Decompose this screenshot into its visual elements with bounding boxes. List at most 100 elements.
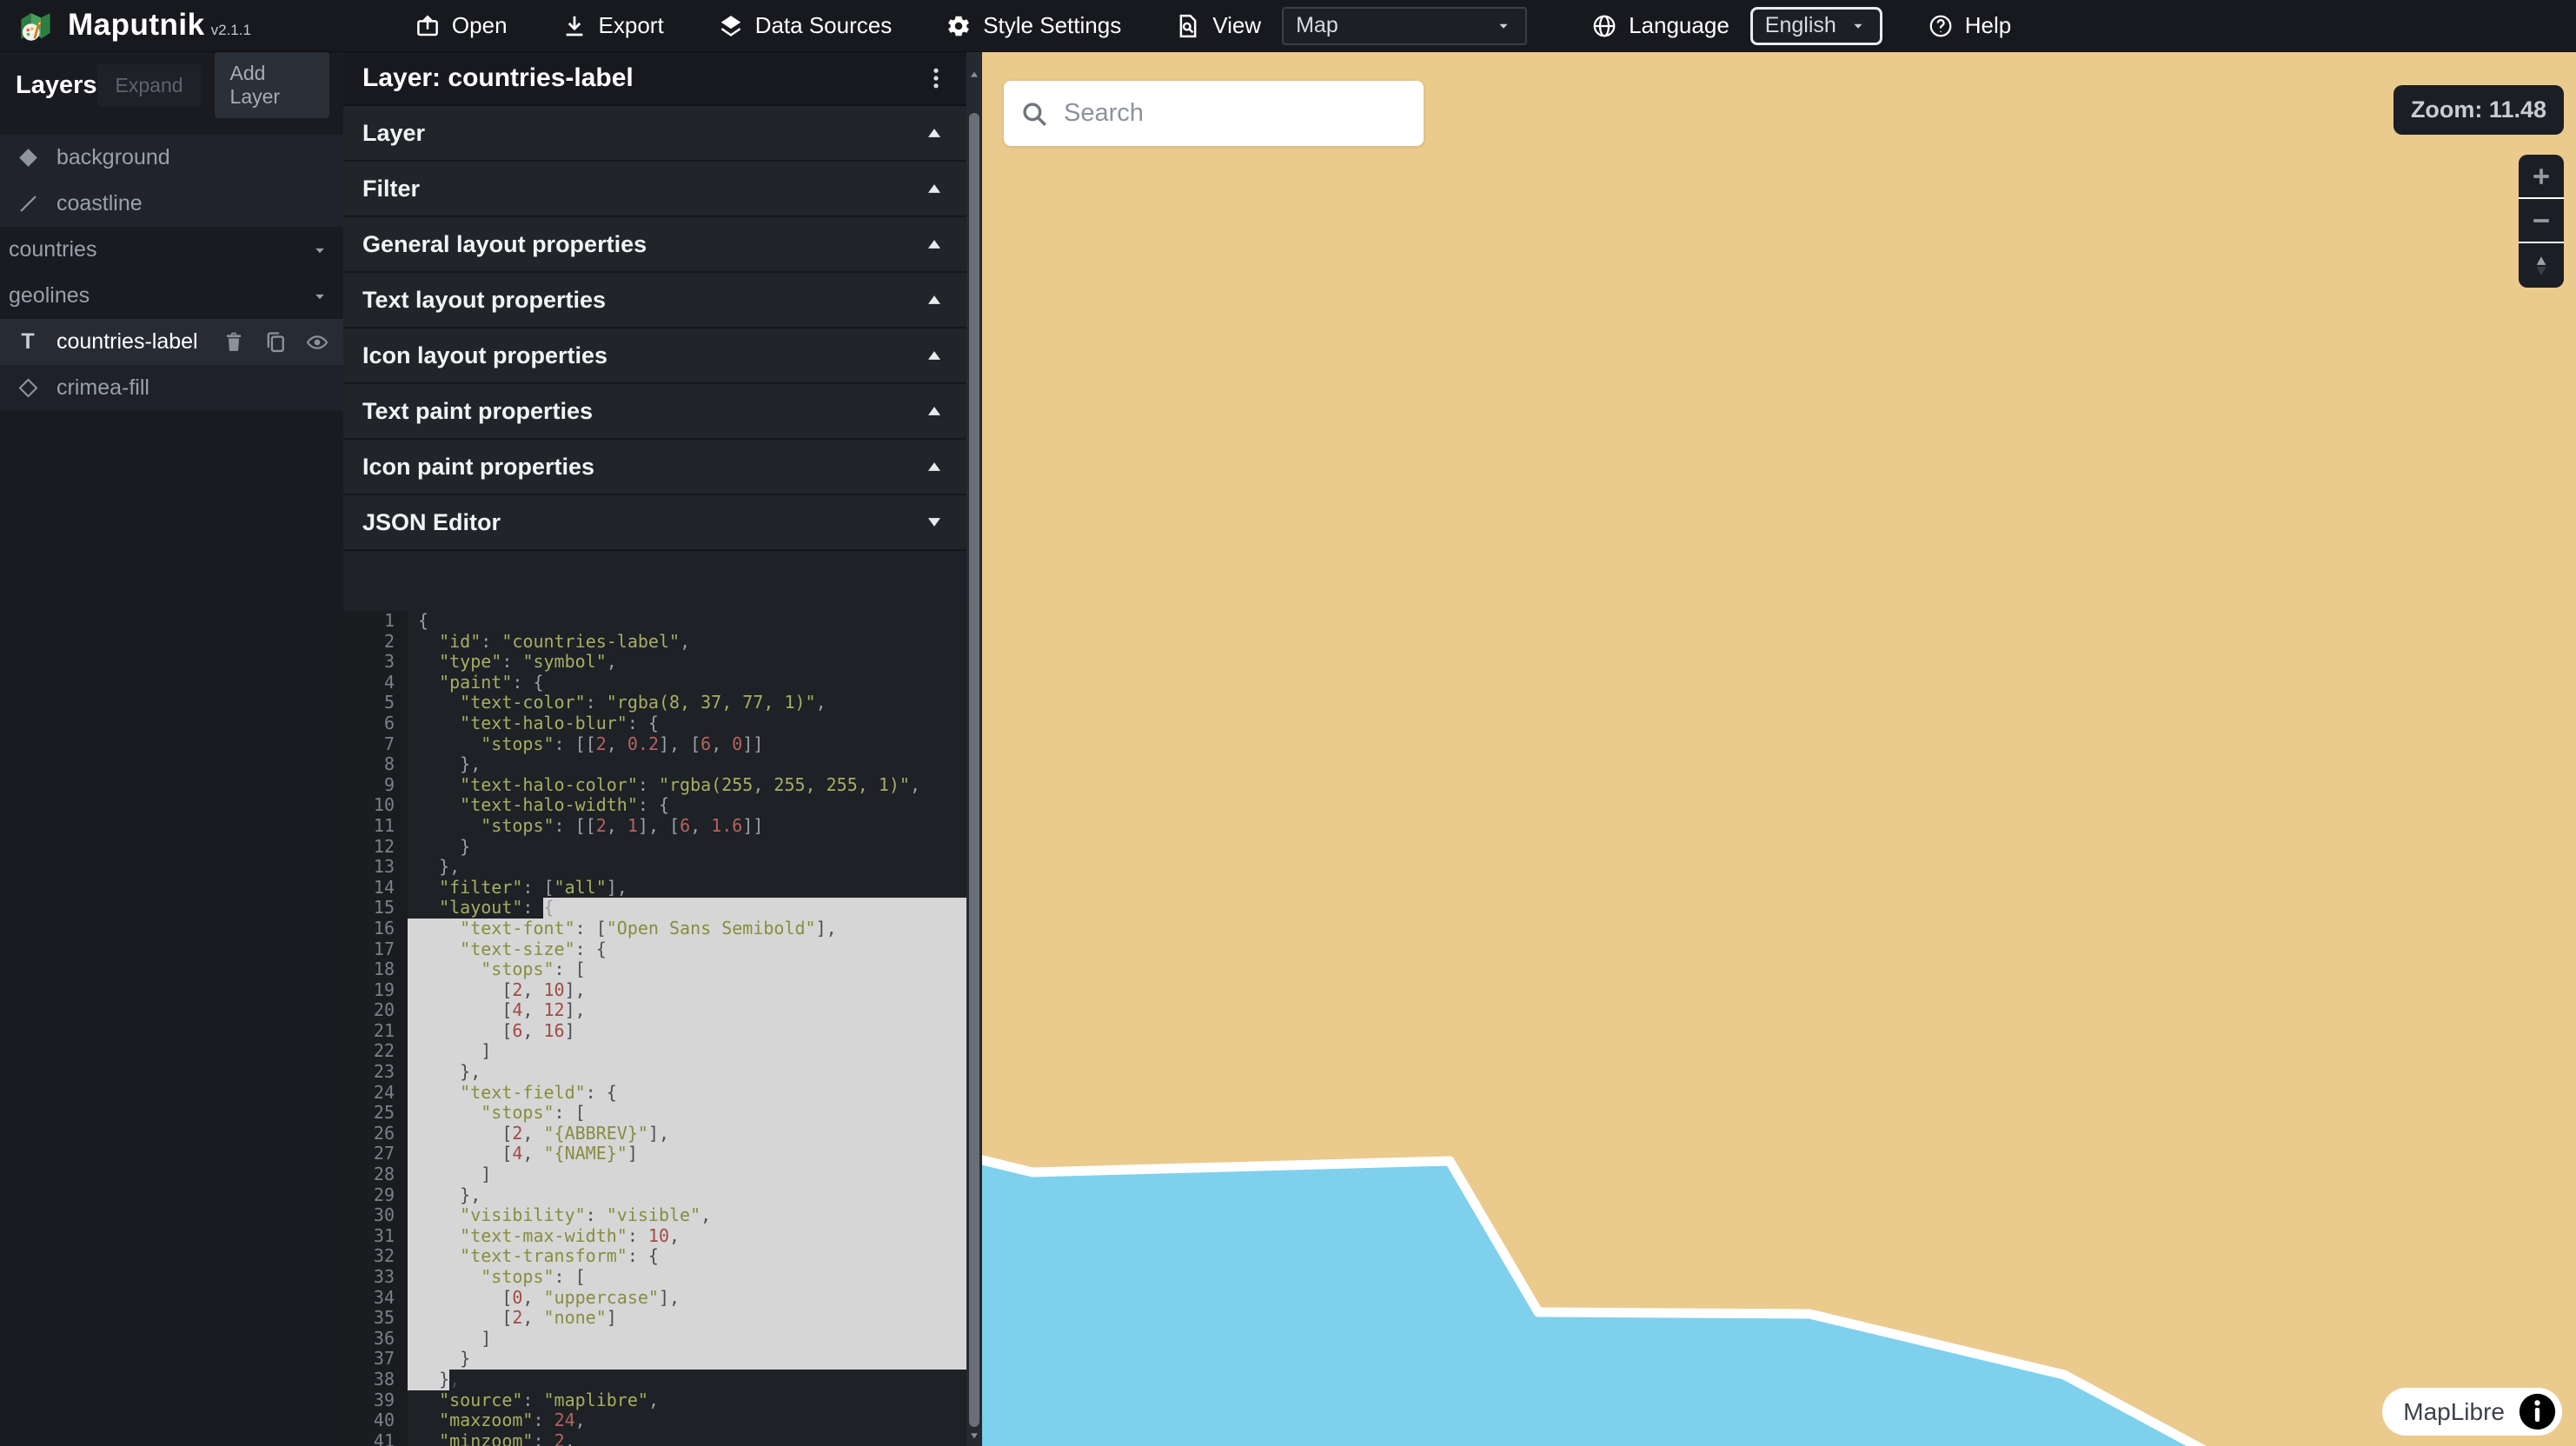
code-line[interactable]: 9 "text-halo-color": "rgba(255, 255, 255… <box>343 775 966 796</box>
open-button[interactable]: Open <box>415 12 508 39</box>
style-settings-label: Style Settings <box>983 12 1121 39</box>
expand-button[interactable]: Expand <box>97 64 202 107</box>
code-line[interactable]: 34 [0, "uppercase"], <box>343 1288 966 1309</box>
search-input[interactable] <box>1064 99 1408 128</box>
section-text-paint-properties[interactable]: Text paint properties <box>343 384 966 440</box>
section-json-editor[interactable]: JSON Editor <box>343 495 966 551</box>
code-line[interactable]: 20 [4, 12], <box>343 1000 966 1021</box>
help-button[interactable]: Help <box>1928 12 2011 39</box>
code-line[interactable]: 5 "text-color": "rgba(8, 37, 77, 1)", <box>343 693 966 713</box>
code-line[interactable]: 6 "text-halo-blur": { <box>343 713 966 734</box>
code-line[interactable]: 16 "text-font": ["Open Sans Semibold"], <box>343 919 966 939</box>
layer-item-label: crimea-fill <box>56 375 149 401</box>
view-button[interactable]: View <box>1175 12 1261 39</box>
code-line[interactable]: 24 "text-field": { <box>343 1083 966 1104</box>
view-select[interactable]: Map <box>1282 7 1527 45</box>
data-sources-button[interactable]: Data Sources <box>718 12 893 39</box>
code-line[interactable]: 17 "text-size": { <box>343 939 966 960</box>
section-icon-paint-properties[interactable]: Icon paint properties <box>343 440 966 495</box>
code-line[interactable]: 7 "stops": [[2, 0.2], [6, 0]] <box>343 734 966 755</box>
code-line[interactable]: 27 [4, "{NAME}"] <box>343 1144 966 1164</box>
code-line[interactable]: 38 }, <box>343 1370 966 1390</box>
scroll-down-arrow-icon[interactable] <box>966 1427 982 1444</box>
maputnik-logo-icon <box>16 8 56 44</box>
code-line[interactable]: 29 }, <box>343 1185 966 1206</box>
line-number: 38 <box>343 1370 408 1390</box>
code-line[interactable]: 8 }, <box>343 754 966 775</box>
section-icon-layout-properties[interactable]: Icon layout properties <box>343 328 966 384</box>
code-line[interactable]: 40 "maxzoom": 24, <box>343 1410 966 1431</box>
language-select[interactable]: English <box>1750 7 1882 45</box>
map-attribution: MapLibre <box>2382 1388 2562 1436</box>
layer-group-geolines[interactable]: geolines <box>0 273 343 319</box>
section-label: Text layout properties <box>362 287 606 314</box>
section-filter[interactable]: Filter <box>343 162 966 217</box>
help-icon <box>1928 13 1954 39</box>
code-line[interactable]: 13 }, <box>343 857 966 878</box>
code-line[interactable]: 2 "id": "countries-label", <box>343 632 966 653</box>
code-line[interactable]: 1{ <box>343 611 966 632</box>
line-number: 19 <box>343 980 408 1001</box>
line-number: 15 <box>343 898 408 919</box>
code-line[interactable]: 4 "paint": { <box>343 673 966 693</box>
language-button[interactable]: Language <box>1591 12 1730 39</box>
code-line[interactable]: 39 "source": "maplibre", <box>343 1390 966 1411</box>
layer-group-countries[interactable]: countries <box>0 227 343 273</box>
code-text: } <box>418 1348 470 1369</box>
layer-item-coastline[interactable]: coastline <box>0 181 343 227</box>
panel-scrollbar[interactable] <box>966 52 982 1446</box>
code-line[interactable]: 30 "visibility": "visible", <box>343 1205 966 1226</box>
code-line[interactable]: 14 "filter": ["all"], <box>343 878 966 899</box>
code-line[interactable]: 12 } <box>343 837 966 858</box>
scrollbar-thumb[interactable] <box>969 113 979 1427</box>
code-line[interactable]: 22 ] <box>343 1041 966 1062</box>
line-number: 27 <box>343 1144 408 1164</box>
zoom-in-button[interactable] <box>2519 155 2564 199</box>
zoom-out-button[interactable] <box>2519 199 2564 243</box>
code-line[interactable]: 15 "layout": { <box>343 898 966 919</box>
export-button[interactable]: Export <box>561 12 664 39</box>
layer-options-menu-icon[interactable] <box>923 65 949 91</box>
code-line[interactable]: 33 "stops": [ <box>343 1267 966 1288</box>
code-line[interactable]: 3 "type": "symbol", <box>343 652 966 673</box>
map-canvas[interactable]: Zoom: 11.48 MapLibre <box>982 52 2576 1446</box>
code-line[interactable]: 21 [6, 16] <box>343 1021 966 1042</box>
line-number: 14 <box>343 878 408 899</box>
duplicate-icon[interactable] <box>263 330 288 355</box>
code-line[interactable]: 36 ] <box>343 1329 966 1350</box>
code-line[interactable]: 32 "text-transform": { <box>343 1246 966 1267</box>
scroll-up-arrow-icon[interactable] <box>966 66 982 83</box>
attribution-info-button[interactable] <box>2518 1392 2557 1431</box>
code-line[interactable]: 19 [2, 10], <box>343 980 966 1001</box>
app-logo: Maputnik v2.1.1 <box>0 8 251 44</box>
code-line[interactable]: 11 "stops": [[2, 1], [6, 1.6]] <box>343 816 966 837</box>
layer-item-crimea-fill[interactable]: crimea-fill <box>0 365 343 411</box>
add-layer-button[interactable]: Add Layer <box>215 52 329 118</box>
code-line[interactable]: 25 "stops": [ <box>343 1103 966 1124</box>
code-text: "text-halo-blur": { <box>418 713 659 733</box>
code-line[interactable]: 37 } <box>343 1349 966 1370</box>
code-line[interactable]: 31 "text-max-width": 10, <box>343 1226 966 1247</box>
code-line[interactable]: 26 [2, "{ABBREV}"], <box>343 1124 966 1144</box>
chevron-down-icon <box>309 285 331 308</box>
code-line[interactable]: 28 ] <box>343 1164 966 1185</box>
section-text-layout-properties[interactable]: Text layout properties <box>343 273 966 328</box>
line-number: 41 <box>343 1431 408 1446</box>
json-editor[interactable]: 1{2 "id": "countries-label",3 "type": "s… <box>343 607 966 1446</box>
code-line[interactable]: 23 }, <box>343 1062 966 1083</box>
compass-button[interactable] <box>2519 243 2564 288</box>
layer-item-background[interactable]: background <box>0 135 343 181</box>
section-layer[interactable]: Layer <box>343 106 966 162</box>
code-line[interactable]: 18 "stops": [ <box>343 959 966 980</box>
delete-icon[interactable] <box>222 330 246 355</box>
code-line[interactable]: 10 "text-halo-width": { <box>343 795 966 816</box>
section-general-layout-properties[interactable]: General layout properties <box>343 217 966 273</box>
line-number: 31 <box>343 1226 408 1247</box>
data-sources-label: Data Sources <box>755 12 893 39</box>
style-settings-button[interactable]: Style Settings <box>946 12 1121 39</box>
visibility-icon[interactable] <box>305 330 329 355</box>
code-line[interactable]: 41 "minzoom": 2, <box>343 1431 966 1446</box>
code-line[interactable]: 35 [2, "none"] <box>343 1308 966 1329</box>
layer-item-countries-label[interactable]: Tcountries-label <box>0 319 343 365</box>
language-icon <box>1591 13 1617 39</box>
